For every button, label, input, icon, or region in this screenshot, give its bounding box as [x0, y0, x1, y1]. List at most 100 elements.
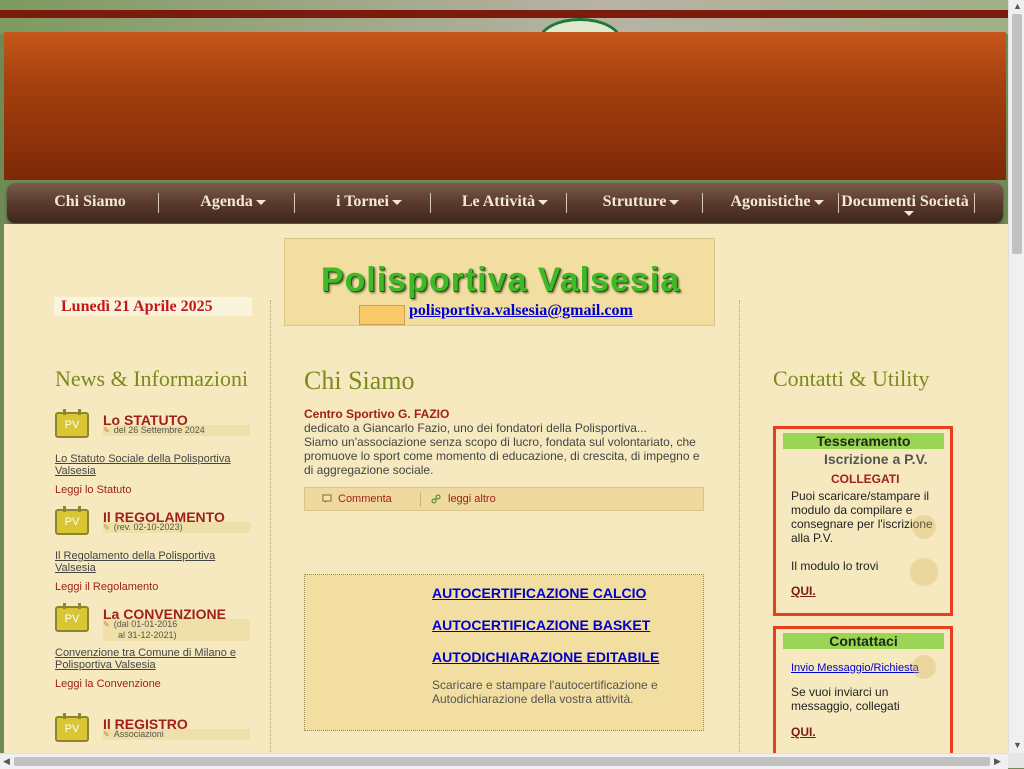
nav-divider	[158, 193, 159, 213]
site-title-box: Polisportiva Valsesia polisportiva.valse…	[284, 238, 715, 326]
chevron-down-icon	[391, 199, 402, 205]
news-heading: News & Informazioni	[55, 366, 249, 391]
news-item-registro: PV Il REGISTRO ✎ Associazioni	[55, 713, 251, 746]
email-icon	[359, 305, 405, 325]
nav-label: i Tornei	[336, 193, 389, 210]
nav-divider	[430, 193, 431, 213]
membership-subtitle: Iscrizione a P.V.	[824, 451, 928, 467]
news-item-regolamento: PV Il REGOLAMENTO ✎ (rev. 02-10-2023) Il …	[55, 506, 251, 599]
flower-decoration	[912, 655, 936, 679]
scroll-down-icon[interactable]: ▼	[1013, 740, 1022, 750]
membership-link[interactable]: QUI.	[791, 584, 816, 598]
nav-item-agonistiche[interactable]: Agonistiche	[711, 183, 843, 223]
doc-link-basket[interactable]: AUTOCERTIFICAZIONE BASKET	[432, 617, 650, 633]
news-date: ✎ (dal 01-01-2016 al 31-12-2021)	[103, 619, 250, 641]
contact-link[interactable]: QUI.	[791, 725, 816, 739]
nav-item-agenda[interactable]: Agenda	[167, 183, 299, 223]
nav-item-documenti[interactable]: Documenti Società	[840, 183, 970, 223]
chevron-down-icon	[255, 199, 266, 205]
read-more-icon	[431, 494, 441, 504]
action-divider	[420, 492, 421, 507]
nav-label: Agonistiche	[730, 193, 811, 210]
news-read-link[interactable]: Leggi la Convenzione	[55, 678, 161, 690]
chevron-down-icon	[813, 199, 824, 205]
current-date: Lunedì 21 Aprile 2025	[54, 297, 252, 316]
nav-divider	[974, 193, 975, 213]
news-item-convenzione: PV La CONVENZIONE ✎ (dal 01-01-2016 al 31-…	[55, 603, 251, 696]
chevron-down-icon	[669, 199, 680, 205]
news-read-link[interactable]: Leggi lo Statuto	[55, 484, 131, 496]
comment-icon	[322, 494, 332, 503]
page-background-top	[0, 0, 1008, 64]
contact-request-link[interactable]: Invio Messaggio/Richiesta	[791, 662, 919, 674]
chevron-down-icon	[904, 211, 914, 216]
read-more-link[interactable]: leggi altro	[448, 493, 496, 505]
news-date: ✎ (rev. 02-10-2023)	[103, 522, 250, 533]
nav-label: Agenda	[200, 193, 253, 210]
nav-item-tornei[interactable]: i Tornei	[303, 183, 435, 223]
comment-link[interactable]: Commenta	[338, 493, 392, 505]
vertical-scroll-thumb[interactable]	[1012, 14, 1022, 254]
membership-text-2: Il modulo lo trovi	[791, 559, 879, 573]
main-navigation: Chi Siamo Agenda i Tornei Le Attività St…	[7, 183, 1003, 223]
nav-item-attivita[interactable]: Le Attività	[439, 183, 571, 223]
article-actions-bar: Commenta leggi altro	[304, 487, 704, 511]
nav-divider	[566, 193, 567, 213]
news-description[interactable]: Convenzione tra Comune di Milano e Polis…	[55, 647, 245, 671]
vertical-scrollbar[interactable]: ▲ ▼	[1008, 0, 1024, 753]
news-date-text: al 31-12-2021)	[118, 630, 177, 640]
article-subtitle: Centro Sportivo G. FAZIO	[304, 407, 450, 421]
doc-link-calcio[interactable]: AUTOCERTIFICAZIONE CALCIO	[432, 585, 646, 601]
email-link[interactable]: polisportiva.valsesia@gmail.com	[409, 302, 633, 320]
article-text: dedicato a Giancarlo Fazio, uno dei fond…	[304, 421, 700, 477]
horizontal-scroll-thumb[interactable]	[14, 757, 990, 766]
site-title: Polisportiva Valsesia	[320, 261, 681, 299]
news-read-link[interactable]: Leggi il Regolamento	[55, 581, 158, 593]
column-divider	[270, 300, 271, 754]
nav-label: Documenti Società	[841, 193, 969, 210]
pencil-icon: ✎	[103, 730, 110, 739]
news-date-text: Associazioni	[113, 729, 164, 739]
news-date-text: del 26 Settembre 2024	[113, 425, 205, 435]
nav-divider	[838, 193, 839, 213]
article-heading: Chi Siamo	[304, 366, 415, 395]
news-date: ✎ del 26 Settembre 2024	[103, 425, 250, 436]
nav-label: Le Attività	[461, 193, 536, 210]
nav-divider	[702, 193, 703, 213]
news-item-statuto: PV Lo STATUTO ✎ del 26 Settembre 2024 Lo …	[55, 409, 251, 502]
membership-red-label: COLLEGATI	[831, 472, 900, 486]
flower-decoration	[910, 515, 938, 586]
calendar-icon: PV	[55, 603, 89, 632]
pencil-icon: ✎	[103, 523, 110, 532]
scroll-up-icon[interactable]: ▲	[1013, 1, 1022, 11]
nav-label: Strutture	[602, 193, 667, 210]
membership-box: Tesseramento Iscrizione a P.V. COLLEGATI…	[773, 426, 953, 616]
nav-label: Chi Siamo	[54, 193, 126, 210]
news-description[interactable]: Il Regolamento della Polisportiva Valses…	[55, 550, 245, 574]
pencil-icon: ✎	[103, 426, 110, 435]
contact-box: Contattaci Invio Messaggio/Richiesta Se …	[773, 626, 953, 756]
scroll-left-icon[interactable]: ◀	[3, 756, 10, 767]
nav-item-strutture[interactable]: Strutture	[575, 183, 707, 223]
news-date: ✎ Associazioni	[103, 729, 250, 740]
contacts-heading: Contatti & Utility	[773, 366, 930, 391]
horizontal-scrollbar[interactable]: ◀ ▶	[0, 753, 1008, 769]
nav-divider	[294, 193, 295, 213]
header-banner	[4, 32, 1006, 180]
scroll-right-icon[interactable]: ▶	[994, 756, 1001, 767]
header-band	[0, 10, 1008, 18]
nav-item-chi-siamo[interactable]: Chi Siamo	[37, 183, 143, 223]
news-description[interactable]: Lo Statuto Sociale della Polisportiva Va…	[55, 453, 245, 477]
pencil-icon: ✎	[103, 620, 110, 629]
news-date-text: (rev. 02-10-2023)	[113, 522, 183, 532]
calendar-icon: PV	[55, 713, 89, 742]
scrollbar-corner	[1008, 753, 1024, 768]
chevron-down-icon	[538, 199, 549, 205]
documents-box: AUTOCERTIFICAZIONE CALCIO AUTOCERTIFICAZ…	[304, 574, 704, 731]
calendar-icon: PV	[55, 506, 89, 535]
column-divider	[739, 300, 740, 754]
doc-link-autodichiarazione[interactable]: AUTODICHIARAZIONE EDITABILE	[432, 649, 659, 665]
membership-title: Tesseramento	[783, 433, 944, 449]
news-date-text: (dal 01-01-2016	[113, 619, 178, 629]
calendar-icon: PV	[55, 409, 89, 438]
